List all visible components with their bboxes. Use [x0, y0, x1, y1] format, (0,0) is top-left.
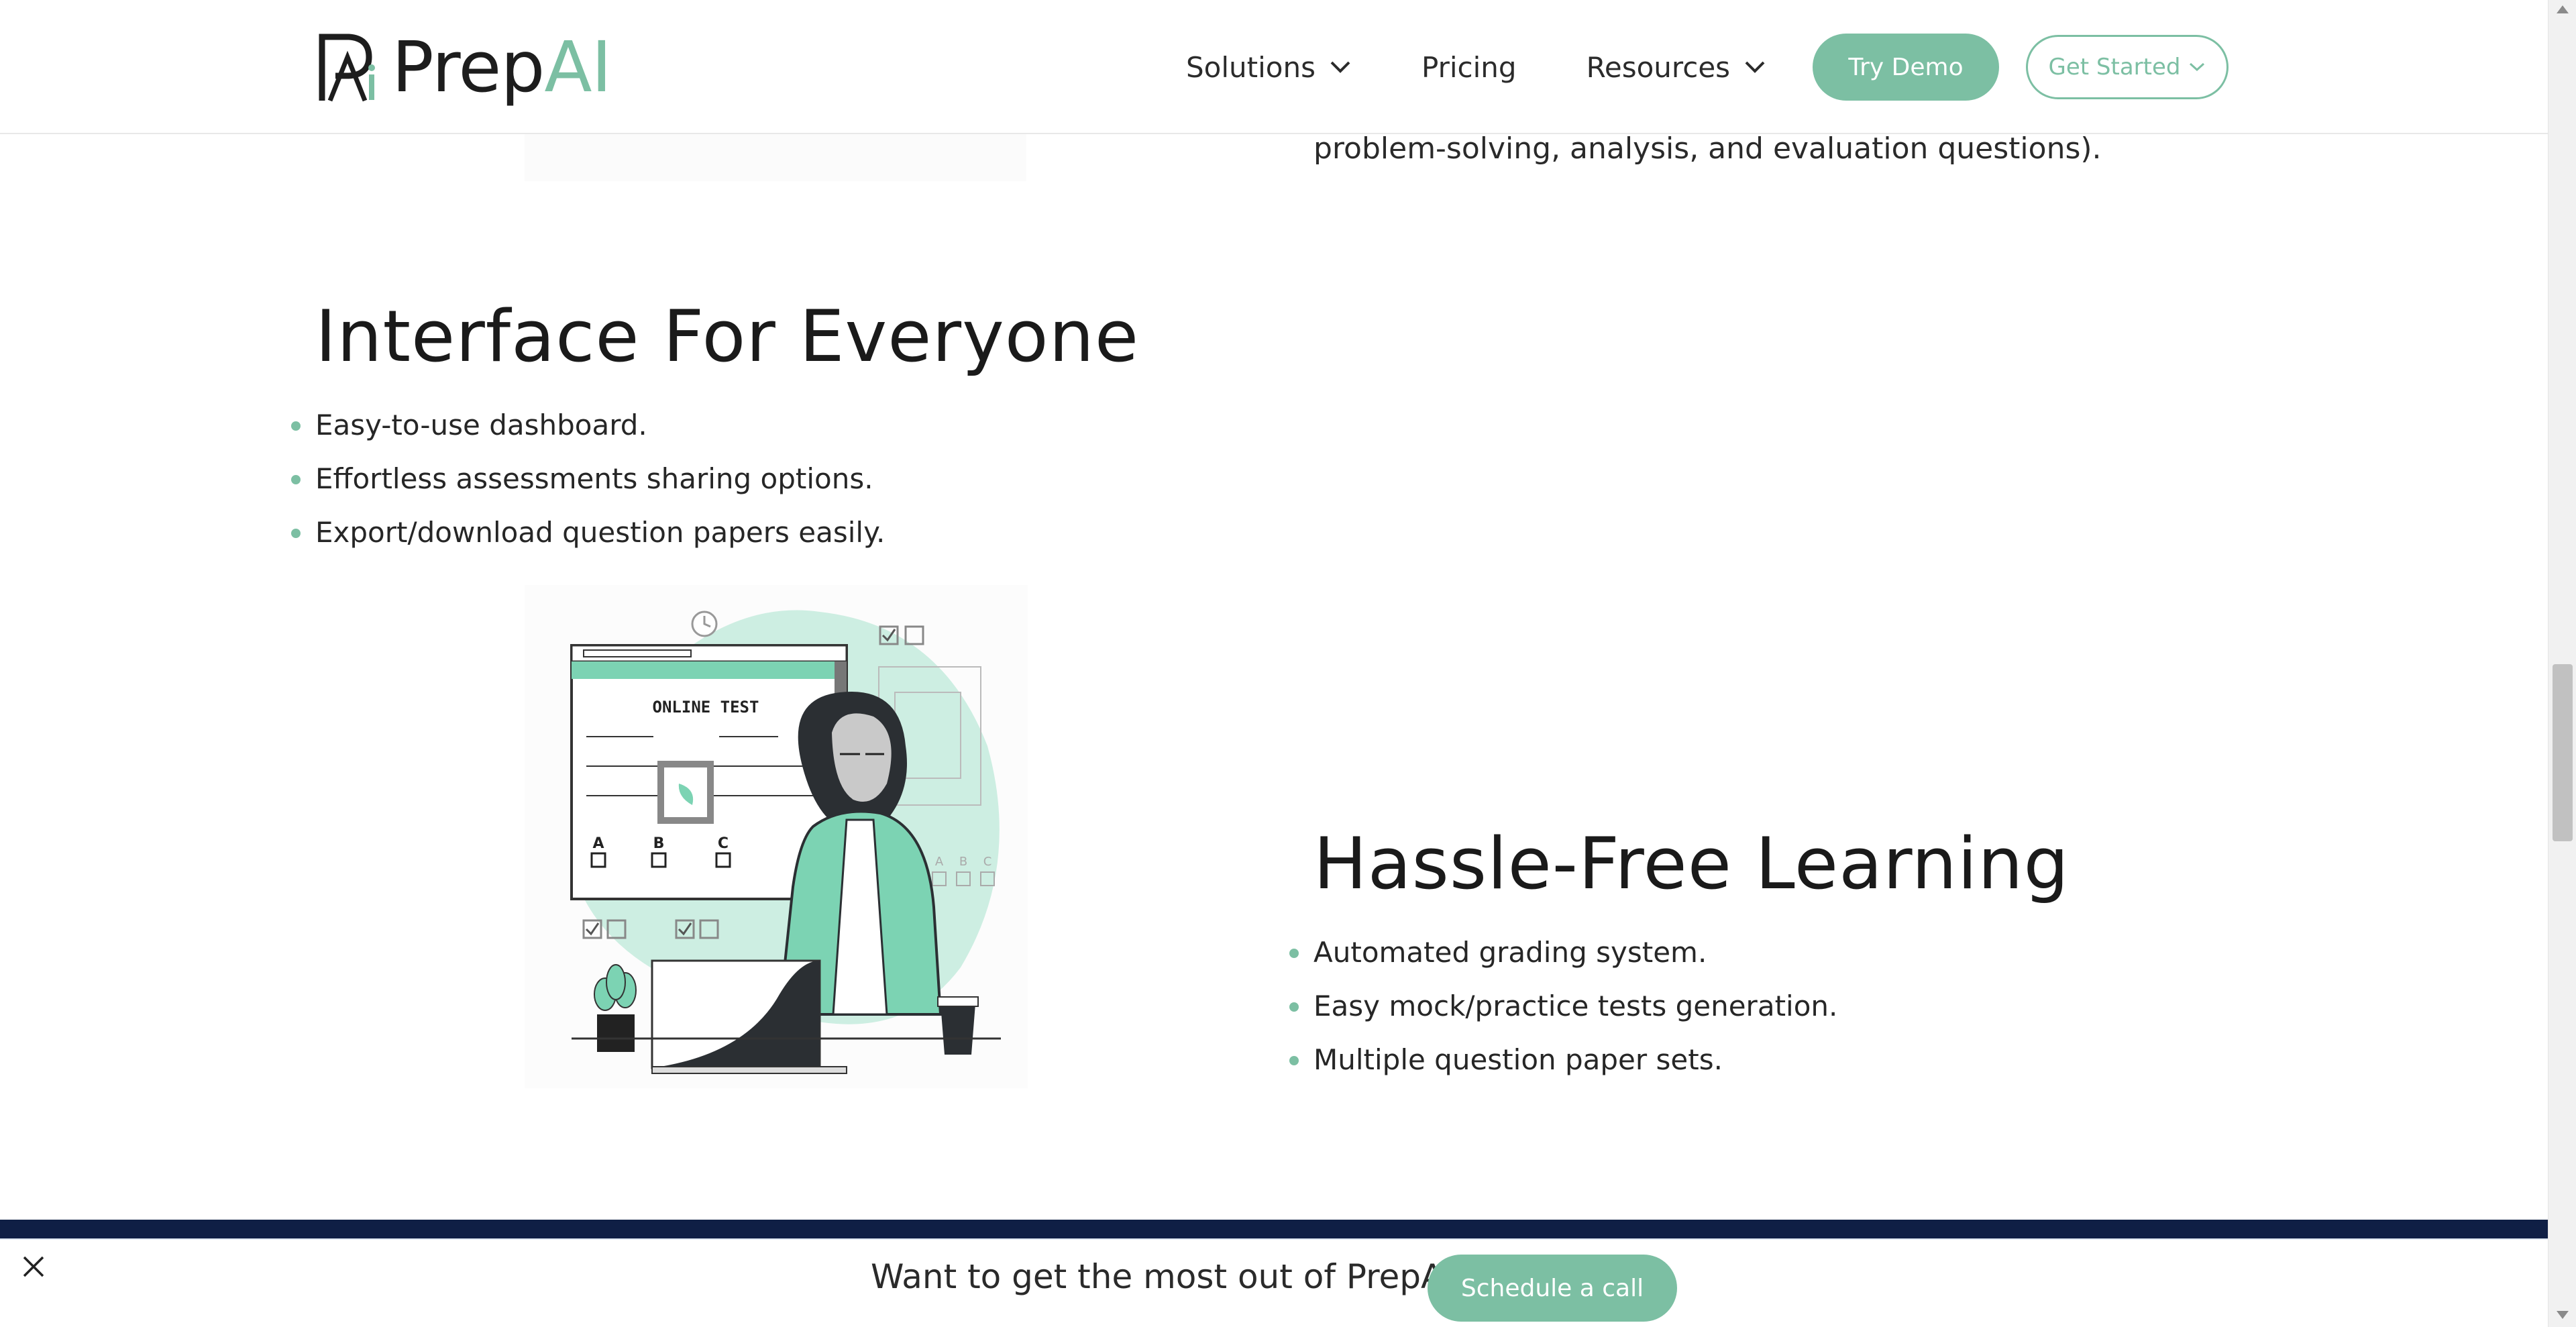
chevron-down-icon	[2190, 62, 2205, 72]
close-icon[interactable]	[20, 1253, 47, 1280]
prepai-logo[interactable]: PrepAI	[315, 27, 612, 107]
partial-paragraph: problem-solving, analysis, and evaluatio…	[1313, 131, 2102, 166]
logo-wordmark: PrepAI	[392, 32, 612, 102]
scroll-down-arrow-icon[interactable]	[2557, 1311, 2569, 1319]
online-test-illustration: ONLINE TEST A B C A B C	[525, 585, 1028, 1088]
promo-text: Want to get the most out of PrepAI?	[871, 1257, 1472, 1296]
nav-pricing[interactable]: Pricing	[1421, 51, 1517, 84]
prepai-logo-mark-icon	[319, 34, 375, 102]
scroll-up-arrow-icon[interactable]	[2557, 5, 2569, 13]
section-title-interface: Interface For Everyone	[315, 295, 1140, 378]
list-item: Multiple question paper sets.	[1289, 1040, 1837, 1094]
option-label: A	[592, 835, 604, 852]
list-item: Automated grading system.	[1289, 933, 1837, 986]
option-label: B	[653, 835, 665, 852]
list-item: Easy mock/practice tests generation.	[1289, 986, 1837, 1040]
interface-feature-list: Easy-to-use dashboard. Effortless assess…	[291, 405, 885, 566]
list-item-text: Effortless assessments sharing options.	[315, 462, 873, 495]
vertical-scrollbar[interactable]	[2548, 0, 2576, 1327]
footer-band	[0, 1220, 2548, 1238]
option-label: C	[718, 835, 729, 852]
side-option-label: B	[959, 855, 967, 869]
bullet-dot-icon	[1289, 949, 1299, 958]
checkbox-icon	[904, 625, 924, 645]
section-title-hassle-free: Hassle-Free Learning	[1313, 822, 2070, 905]
nav-resources-label: Resources	[1586, 50, 1731, 84]
scrollbar-thumb[interactable]	[2553, 664, 2573, 841]
plant-pot	[597, 1014, 635, 1052]
get-started-button[interactable]: Get Started	[2026, 35, 2229, 99]
promo-bar: Want to get the most out of PrepAI? Sche…	[0, 1238, 2548, 1327]
list-item: Effortless assessments sharing options.	[291, 459, 885, 513]
list-item-text: Multiple question paper sets.	[1313, 1043, 1723, 1076]
nav-solutions-label: Solutions	[1186, 50, 1316, 84]
get-started-label: Get Started	[2048, 54, 2181, 81]
bullet-dot-icon	[291, 421, 301, 431]
list-item-text: Export/download question papers easily.	[315, 516, 885, 549]
top-nav: PrepAI Solutions Pricing Resources Try D…	[0, 0, 2548, 134]
logo-text-ai: AI	[544, 26, 612, 108]
bullet-dot-icon	[1289, 1056, 1299, 1065]
logo-text-prep: Prep	[392, 26, 545, 108]
screen-title: ONLINE TEST	[653, 698, 759, 716]
schedule-call-button[interactable]: Schedule a call	[1428, 1255, 1677, 1322]
partial-illustration	[525, 133, 1026, 181]
nav-solutions[interactable]: Solutions	[1186, 51, 1352, 84]
list-item-text: Automated grading system.	[1313, 936, 1707, 969]
nav-links: Solutions Pricing Resources	[1186, 35, 1836, 99]
list-item: Easy-to-use dashboard.	[291, 405, 885, 459]
nav-pricing-label: Pricing	[1421, 50, 1517, 84]
bullet-dot-icon	[291, 475, 301, 484]
chevron-down-icon	[1330, 61, 1350, 73]
side-option-label: C	[983, 855, 992, 869]
nav-resources[interactable]: Resources	[1587, 51, 1767, 84]
bullet-dot-icon	[291, 529, 301, 538]
list-item-text: Easy-to-use dashboard.	[315, 409, 647, 441]
coffee-cup	[941, 1004, 975, 1055]
chevron-down-icon	[1745, 61, 1765, 73]
online-test-illustration-art: ONLINE TEST A B C A B C	[570, 610, 1001, 1074]
try-demo-button[interactable]: Try Demo	[1813, 34, 1999, 101]
list-item-text: Easy mock/practice tests generation.	[1313, 990, 1838, 1022]
learning-feature-list: Automated grading system. Easy mock/prac…	[1289, 933, 1837, 1094]
bullet-dot-icon	[1289, 1002, 1299, 1012]
side-option-label: A	[935, 855, 944, 869]
list-item: Export/download question papers easily.	[291, 513, 885, 566]
